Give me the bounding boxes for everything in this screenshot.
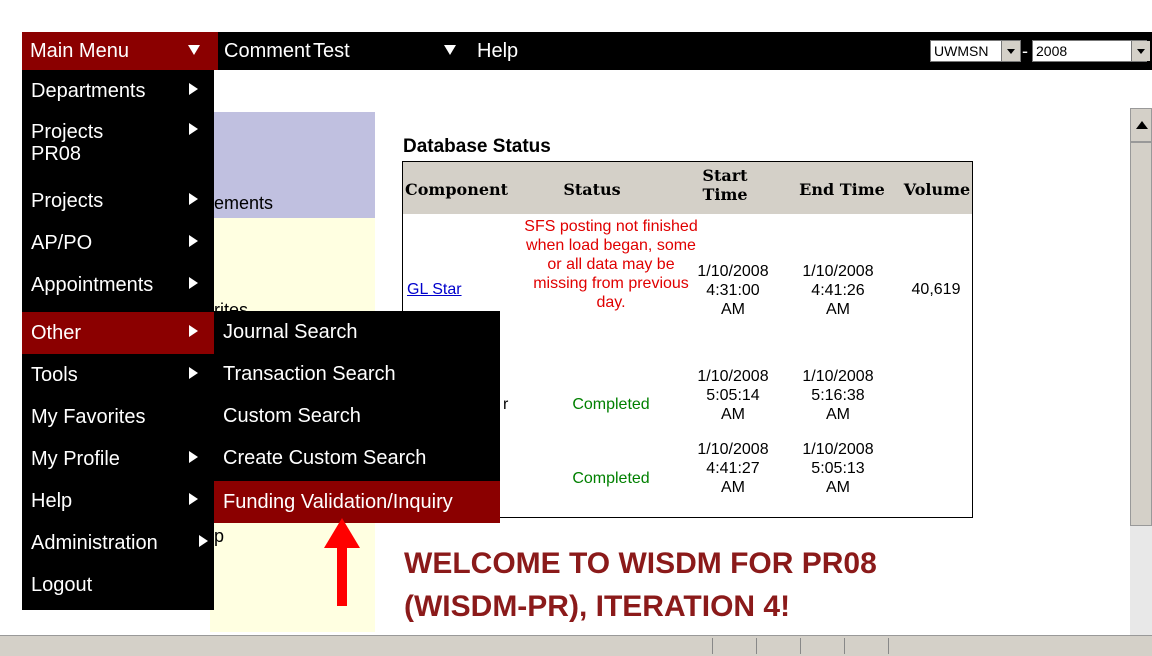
status-text: SFS posting not finished when load began… <box>524 218 698 311</box>
submenu-item-label: Transaction Search <box>223 363 396 385</box>
menu-item-label: Projects <box>31 190 104 212</box>
menu-item-label: Departments <box>31 80 146 102</box>
menu-item-label: My Favorites <box>31 406 146 428</box>
end-time: 1/10/2008 4:41:26 AM <box>802 263 874 318</box>
menu-item-projects[interactable]: Projects <box>22 180 214 222</box>
column-header-start-time: Start Time <box>702 166 748 204</box>
help-menu[interactable]: Help <box>477 32 518 70</box>
end-time: 1/10/2008 5:16:38 AM <box>802 368 874 423</box>
status-bar-divider <box>800 638 801 654</box>
year-select[interactable]: 2008 <box>1032 40 1150 62</box>
volume: 40,619 <box>911 281 961 298</box>
status-bar <box>0 635 1152 656</box>
submenu-item-create-custom-search[interactable]: Create Custom Search <box>214 437 500 479</box>
scroll-thumb[interactable] <box>1130 142 1152 526</box>
submenu-item-journal-search[interactable]: Journal Search <box>214 311 500 353</box>
status-bar-divider <box>756 638 757 654</box>
triangle-right-icon <box>189 277 198 289</box>
other-submenu: Journal Search Transaction Search Custom… <box>214 311 500 523</box>
submenu-item-label: Custom Search <box>223 405 361 427</box>
chevron-down-icon[interactable] <box>1001 41 1020 61</box>
campus-select-value: UWMSN <box>934 43 989 59</box>
submenu-item-transaction-search[interactable]: Transaction Search <box>214 353 500 395</box>
status-bar-divider <box>712 638 713 654</box>
menu-item-logout[interactable]: Logout <box>22 564 214 606</box>
triangle-right-icon <box>189 367 198 379</box>
triangle-right-icon <box>199 535 208 547</box>
status-bar-divider <box>844 638 845 654</box>
status-text: Completed <box>572 470 650 487</box>
menu-item-projects-pr08[interactable]: Projects PR08 <box>22 112 214 180</box>
submenu-item-label: Journal Search <box>223 321 358 343</box>
menu-item-label: Other <box>31 322 82 344</box>
menu-item-my-favorites[interactable]: My Favorites <box>22 396 214 438</box>
triangle-right-icon <box>189 493 198 505</box>
menu-item-label: My Profile <box>31 448 120 470</box>
top-menu-bar: Main Menu Comment Test Help UWMSN - 2008 <box>22 32 1152 70</box>
start-time: 1/10/2008 4:41:27 AM <box>697 441 769 496</box>
vertical-scrollbar[interactable] <box>1130 108 1152 635</box>
column-header-volume: Volume <box>903 180 971 199</box>
submenu-item-label: Create Custom Search <box>223 447 427 469</box>
select-separator: - <box>1022 41 1028 61</box>
year-select-value: 2008 <box>1036 43 1068 59</box>
welcome-heading-line-1: WELCOME TO WISDM FOR PR08 <box>404 547 877 580</box>
triangle-down-icon[interactable] <box>444 45 456 55</box>
menu-item-label: Appointments <box>31 274 154 296</box>
triangle-right-icon <box>189 83 198 95</box>
menu-item-help[interactable]: Help <box>22 480 214 522</box>
scroll-up-icon[interactable] <box>1130 108 1152 142</box>
triangle-right-icon <box>189 193 198 205</box>
triangle-down-icon <box>188 45 200 55</box>
table-header-row: Component Status Start Time End Time Vol… <box>403 162 972 214</box>
triangle-right-icon <box>189 451 198 463</box>
start-time: 1/10/2008 5:05:14 AM <box>697 368 769 423</box>
component-link[interactable]: r <box>503 395 508 414</box>
triangle-right-icon <box>189 123 198 135</box>
submenu-item-label: Funding Validation/Inquiry <box>223 491 453 513</box>
menu-item-tools[interactable]: Tools <box>22 354 214 396</box>
side-panel-text-1: ements <box>214 193 274 213</box>
menu-item-my-profile[interactable]: My Profile <box>22 438 214 480</box>
test-menu[interactable]: Test <box>313 32 350 70</box>
side-panel-text-3: p <box>214 526 225 546</box>
main-menu-button[interactable]: Main Menu <box>22 32 218 70</box>
component-link[interactable]: GL Star <box>407 280 462 299</box>
status-text: Completed <box>572 396 650 413</box>
menu-item-other[interactable]: Other <box>22 312 214 354</box>
column-header-status: Status <box>563 180 621 199</box>
chevron-down-icon[interactable] <box>1131 41 1150 61</box>
triangle-right-icon <box>189 235 198 247</box>
campus-select[interactable]: UWMSN <box>930 40 1021 62</box>
welcome-heading-line-2: (WISDM-PR), ITERATION 4! <box>404 590 791 623</box>
main-menu-dropdown: Departments Projects PR08 Projects AP/PO… <box>22 70 214 610</box>
end-time: 1/10/2008 5:05:13 AM <box>802 441 874 496</box>
red-up-arrow-shaft <box>337 548 347 606</box>
menu-item-label: Logout <box>31 574 93 596</box>
column-header-component: Component <box>405 180 509 199</box>
database-status-title: Database Status <box>403 136 551 157</box>
menu-item-label: AP/PO <box>31 232 93 254</box>
menu-item-label: Tools <box>31 364 78 386</box>
status-bar-divider <box>888 638 889 654</box>
submenu-item-funding-validation-inquiry[interactable]: Funding Validation/Inquiry <box>214 481 500 523</box>
menu-item-label: Help <box>31 490 73 512</box>
menu-item-ap-po[interactable]: AP/PO <box>22 222 214 264</box>
submenu-item-custom-search[interactable]: Custom Search <box>214 395 500 437</box>
red-up-arrow-icon <box>324 518 360 548</box>
menu-item-departments[interactable]: Departments <box>22 70 214 112</box>
triangle-right-icon <box>189 325 198 337</box>
menu-item-appointments[interactable]: Appointments <box>22 264 214 306</box>
start-time: 1/10/2008 4:31:00 AM <box>697 263 769 318</box>
column-header-end-time: End Time <box>799 180 885 199</box>
comment-menu[interactable]: Comment <box>224 32 311 70</box>
menu-item-label: Administration <box>31 532 158 554</box>
menu-item-label: Projects PR08 <box>31 121 104 165</box>
menu-item-administration[interactable]: Administration <box>22 522 214 564</box>
main-menu-label: Main Menu <box>30 40 129 62</box>
